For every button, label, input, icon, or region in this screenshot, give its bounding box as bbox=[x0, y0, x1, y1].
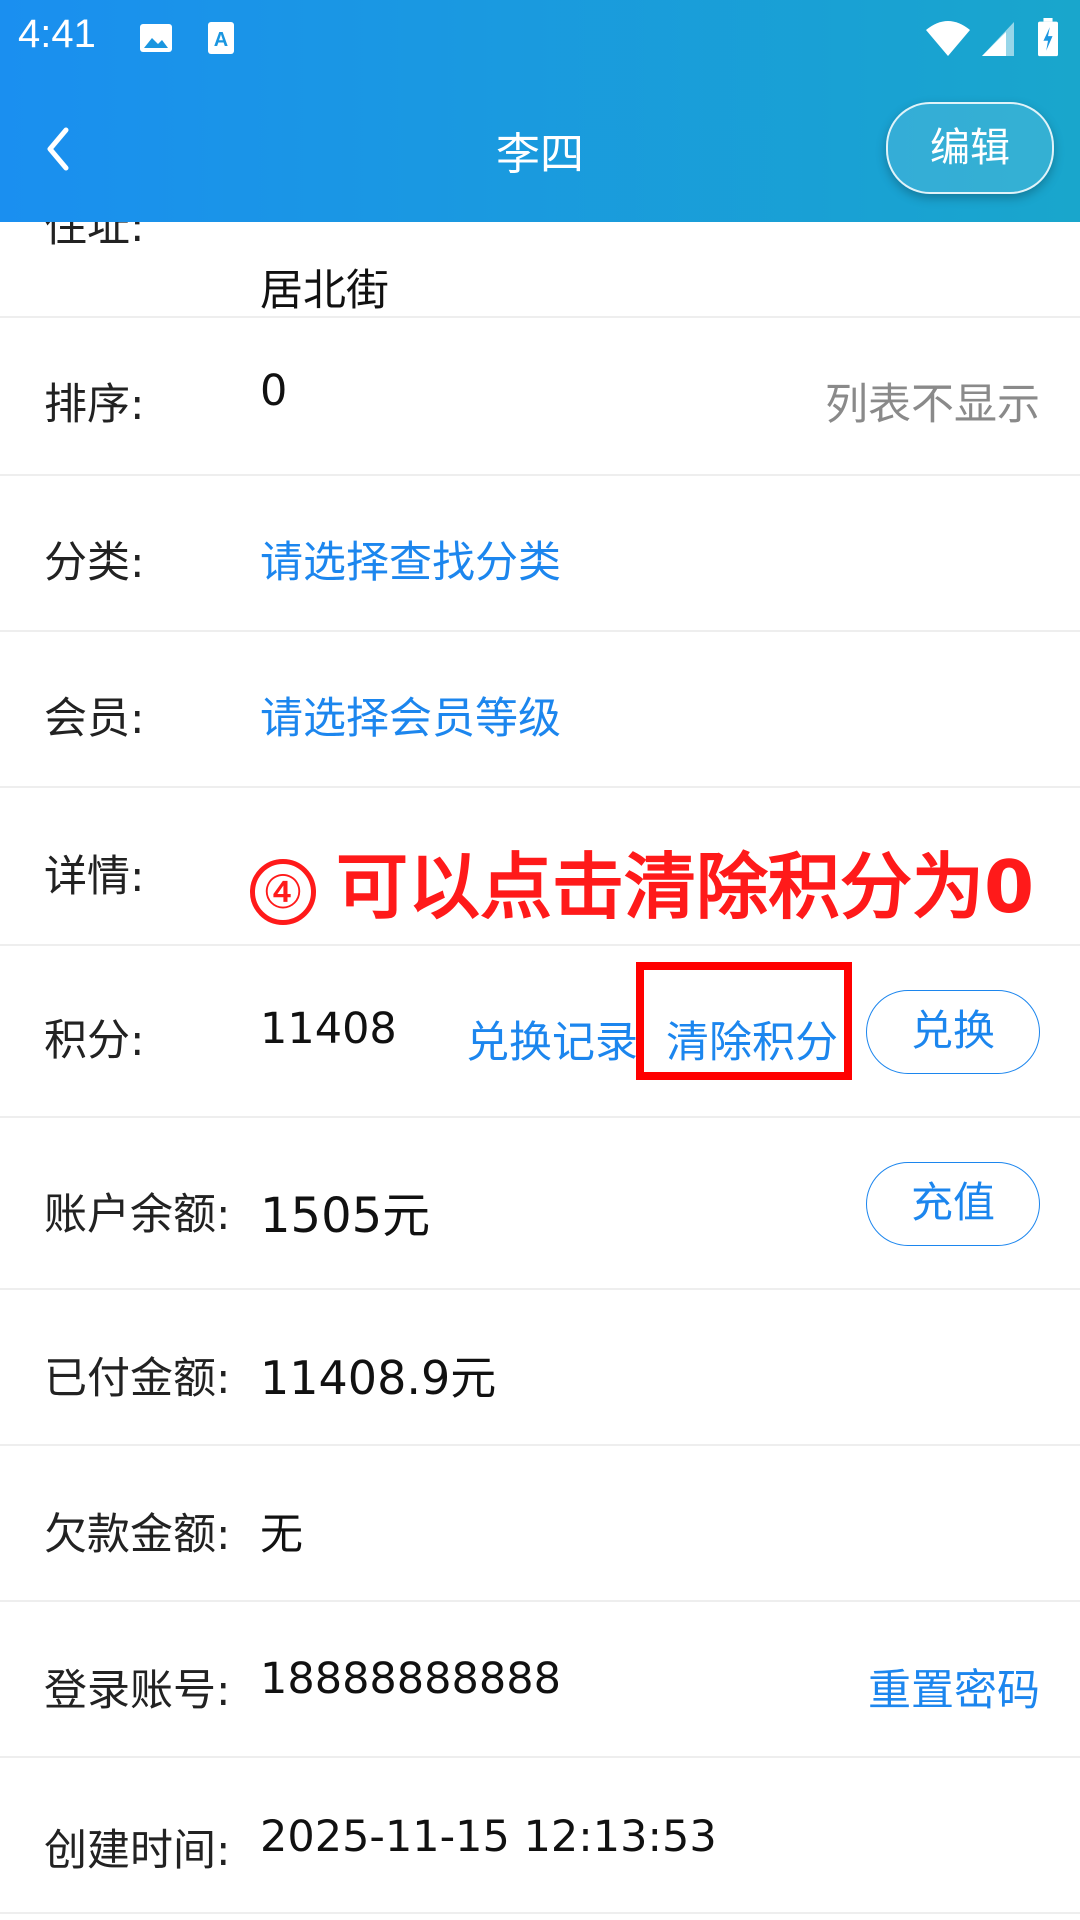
annotation-highlight-box bbox=[636, 962, 852, 1080]
status-time: 4:41 bbox=[18, 12, 96, 56]
debt-label: 欠款金额: bbox=[44, 1510, 231, 1560]
annotation-message: 可以点击清除积分为0 bbox=[336, 845, 1035, 929]
paid-row: 已付金额: 11408.9元 bbox=[0, 1290, 1080, 1446]
created-value: 2025-11-15 12:13:53 bbox=[260, 1812, 717, 1862]
category-row: 分类: 请选择查找分类 bbox=[0, 476, 1080, 632]
svg-text:A: A bbox=[214, 29, 228, 51]
balance-value: 1505元 bbox=[260, 1188, 431, 1244]
balance-label: 账户余额: bbox=[44, 1190, 231, 1240]
app-bar: 李四 编辑 bbox=[0, 74, 1080, 222]
sort-hint: 列表不显示 bbox=[825, 380, 1040, 430]
member-level-selector[interactable]: 请选择会员等级 bbox=[260, 684, 561, 746]
login-label: 登录账号: bbox=[44, 1666, 231, 1716]
edit-button[interactable]: 编辑 bbox=[886, 102, 1054, 194]
detail-label: 详情: bbox=[44, 852, 145, 902]
category-label: 分类: bbox=[44, 538, 145, 588]
reset-password-link[interactable]: 重置密码 bbox=[868, 1656, 1040, 1718]
created-row: 创建时间: 2025-11-15 12:13:53 bbox=[0, 1758, 1080, 1914]
redeem-button[interactable]: 兑换 bbox=[866, 990, 1040, 1074]
sort-value[interactable]: 0 bbox=[260, 366, 287, 416]
member-label: 会员: bbox=[44, 694, 145, 744]
address-row: 住址: 居北街 bbox=[0, 222, 1080, 318]
login-value: 18888888888 bbox=[260, 1654, 561, 1704]
signal-icon bbox=[982, 22, 1014, 56]
points-value: 11408 bbox=[260, 1004, 397, 1054]
paid-label: 已付金额: bbox=[44, 1354, 231, 1404]
text-notification-icon: A bbox=[208, 22, 234, 54]
status-bar: 4:41 A bbox=[0, 0, 1080, 74]
debt-row: 欠款金额: 无 bbox=[0, 1446, 1080, 1602]
member-row: 会员: 请选择会员等级 bbox=[0, 632, 1080, 788]
sort-label: 排序: bbox=[44, 380, 145, 430]
address-value: 居北街 bbox=[260, 266, 389, 316]
address-label: 住址: bbox=[44, 222, 145, 252]
exchange-history-link[interactable]: 兑换记录 bbox=[466, 1008, 638, 1070]
category-selector[interactable]: 请选择查找分类 bbox=[260, 528, 561, 590]
battery-icon bbox=[1038, 18, 1058, 57]
points-label: 积分: bbox=[44, 1016, 145, 1066]
sort-row: 排序: 0 列表不显示 bbox=[0, 318, 1080, 476]
login-row: 登录账号: 18888888888 重置密码 bbox=[0, 1602, 1080, 1758]
paid-value: 11408.9元 bbox=[260, 1351, 497, 1405]
topup-button[interactable]: 充值 bbox=[866, 1162, 1040, 1246]
image-icon bbox=[140, 24, 172, 52]
annotation-text: ④ 可以点击清除积分为0 bbox=[250, 828, 1034, 933]
member-detail-list[interactable]: 住址: 居北街 排序: 0 列表不显示 分类: 请选择查找分类 会员: 请选择会… bbox=[0, 222, 1080, 1920]
annotation-number: ④ bbox=[250, 859, 316, 926]
wifi-icon bbox=[926, 21, 970, 56]
points-row: 积分: 11408 兑换记录 清除积分 兑换 bbox=[0, 946, 1080, 1118]
debt-value: 无 bbox=[260, 1510, 303, 1560]
balance-row: 账户余额: 1505元 充值 bbox=[0, 1118, 1080, 1290]
created-label: 创建时间: bbox=[44, 1826, 231, 1876]
